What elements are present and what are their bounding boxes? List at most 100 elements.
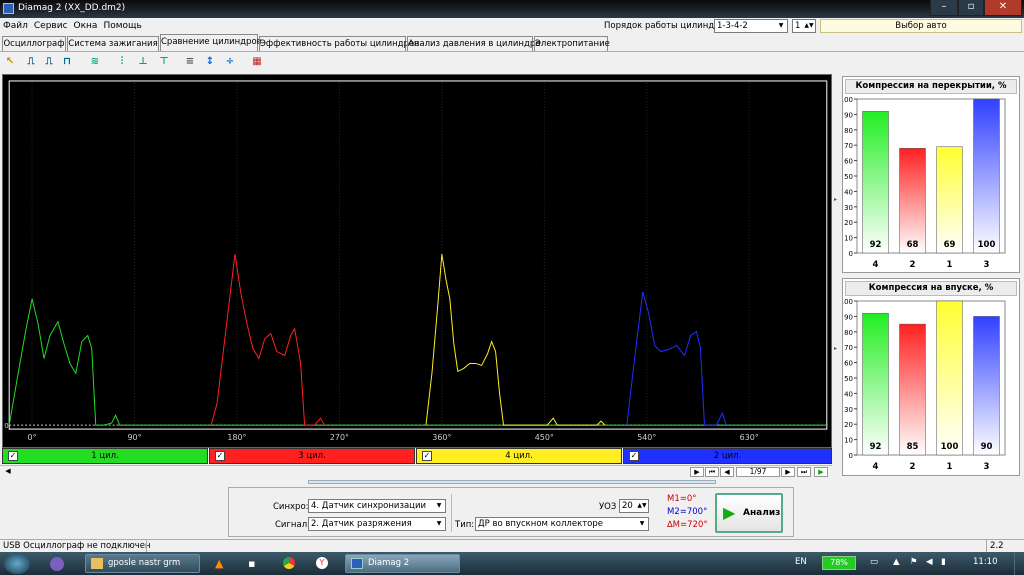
y-tick-label: 0 bbox=[849, 452, 853, 460]
checkbox-cyl-2[interactable]: ✓ bbox=[629, 451, 639, 461]
markers-icon[interactable]: ⫶ bbox=[115, 55, 129, 69]
menu-file[interactable]: Файл bbox=[0, 18, 31, 34]
y-tick-label: 10 bbox=[844, 437, 853, 445]
sync-label: Синхро: bbox=[273, 502, 309, 512]
maximize-button[interactable]: ▫ bbox=[958, 0, 984, 16]
intake-compression-chart: 0 10 20 30 40 50 60 70 80 90 100 92 4 85 2 100 1 90 3 bbox=[843, 298, 1006, 472]
play-icon[interactable]: ▶ bbox=[814, 467, 828, 477]
tab-ignition[interactable]: Система зажигания bbox=[67, 36, 159, 51]
scroll-left-icon[interactable]: ◀ bbox=[1, 467, 15, 477]
signal-select[interactable]: 2. Датчик разряжения ▼ bbox=[308, 517, 446, 531]
category-label: 4 bbox=[873, 260, 879, 270]
overlap-compression-panel: Компрессия на перекрытии, % 0 10 20 30 40 50 6… bbox=[842, 76, 1020, 273]
battery-indicator[interactable]: 78% bbox=[822, 556, 856, 570]
sync-select[interactable]: 4. Датчик синхронизации ▼ bbox=[308, 499, 446, 513]
y-tick-label: 90 bbox=[844, 111, 853, 119]
taskbar-item-diamag[interactable]: Diamag 2 bbox=[345, 554, 460, 573]
checkbox-cyl-4[interactable]: ✓ bbox=[422, 451, 432, 461]
y-tick-label: 50 bbox=[844, 173, 853, 181]
next-page-icon[interactable]: ▶ bbox=[781, 467, 795, 477]
channel-strip-cyl-1[interactable]: ✓ 1 цил. bbox=[2, 448, 208, 464]
start-button[interactable] bbox=[4, 553, 30, 574]
uoz-spinner[interactable]: 20 ▲▼ bbox=[619, 499, 649, 513]
cylinder-spin[interactable]: 1 ▲▼ bbox=[792, 19, 816, 33]
spin-arrows-icon: ▲▼ bbox=[637, 502, 647, 509]
cylinder-order-select[interactable]: 1-3-4-2 ▼ bbox=[714, 19, 788, 33]
collapse-right-icon[interactable]: ▸ bbox=[834, 196, 839, 204]
bar bbox=[862, 111, 889, 254]
y-tick-label: 60 bbox=[844, 360, 853, 368]
network-icon[interactable]: ▭ bbox=[870, 557, 878, 567]
trigger-alt-icon[interactable]: ⊤ bbox=[157, 55, 171, 69]
taskbar: gposle nastr grm ▲ ▪ Y Diamag 2 EN 78% ▭… bbox=[0, 552, 1024, 575]
y-tick-label: 80 bbox=[844, 127, 853, 135]
bar-value-label: 92 bbox=[870, 442, 882, 452]
toolbar: ↖ ⎍ ⎍ ⊓ ≋ ⫶ ⊥ ⊤ ≡ ↕ ÷ ▦ bbox=[0, 51, 1024, 71]
x-tick-label: 360° bbox=[432, 433, 451, 442]
cylinder-order-label: Порядок работы цилиндров bbox=[604, 21, 730, 31]
play-icon: ▶ bbox=[723, 503, 736, 522]
menu-service[interactable]: Сервис bbox=[31, 18, 71, 34]
horizontal-scrollbar[interactable]: ◀ ▶ ⏮ ◀ 1/97 ▶ ⏭ ▶ bbox=[0, 465, 832, 477]
y-tick-label: 100 bbox=[843, 298, 853, 306]
analyze-button[interactable]: ▶ Анализ bbox=[715, 493, 783, 533]
app-pin-icon[interactable] bbox=[50, 557, 64, 571]
pulse-split-icon[interactable]: ⊓ bbox=[60, 55, 74, 69]
flag-icon[interactable]: ⚑ bbox=[910, 557, 918, 567]
taskbar-item-folder[interactable]: gposle nastr grm bbox=[85, 554, 200, 573]
pulse-up-icon[interactable]: ⎍ bbox=[24, 55, 38, 69]
save-icon[interactable]: ▪ bbox=[248, 557, 255, 570]
trigger-icon[interactable]: ⊥ bbox=[136, 55, 150, 69]
language-indicator[interactable]: EN bbox=[795, 557, 807, 567]
checkbox-cyl-3[interactable]: ✓ bbox=[215, 451, 225, 461]
tab-cylinder-efficiency[interactable]: Эффективность работы цилиндров bbox=[259, 36, 419, 51]
pulse-down-icon[interactable]: ⎍ bbox=[42, 55, 56, 69]
channel-strip-cyl-4[interactable]: ✓ 4 цил. bbox=[416, 448, 622, 464]
first-page-icon[interactable]: ⏮ bbox=[705, 467, 719, 477]
menu-windows[interactable]: Окна bbox=[71, 18, 101, 34]
checkbox-cyl-1[interactable]: ✓ bbox=[8, 451, 18, 461]
vscale-icon[interactable]: ↕ bbox=[203, 55, 217, 69]
prev-page-icon[interactable]: ◀ bbox=[720, 467, 734, 477]
cursor-tool-icon[interactable]: ↖ bbox=[3, 55, 17, 69]
splitter-handle[interactable] bbox=[308, 480, 716, 484]
signal-filter-icon[interactable]: ≋ bbox=[88, 55, 102, 69]
channel-strip-cyl-3[interactable]: ✓ 3 цил. bbox=[209, 448, 415, 464]
last-page-icon[interactable]: ⏭ bbox=[797, 467, 811, 477]
tray-arrow-icon[interactable]: ▲ bbox=[893, 557, 900, 567]
y-tick-label: 20 bbox=[844, 219, 853, 227]
vlc-icon[interactable]: ▲ bbox=[215, 557, 223, 570]
show-desktop-button[interactable] bbox=[1014, 552, 1024, 575]
collapse-right-icon[interactable]: ▸ bbox=[834, 345, 839, 353]
category-label: 3 bbox=[984, 260, 990, 270]
signal-bars-icon[interactable]: ▮ bbox=[941, 557, 946, 567]
channel-strip-cyl-2[interactable]: ✓ 2 цил. bbox=[623, 448, 832, 464]
x-tick-label: 630° bbox=[740, 433, 759, 442]
type-select[interactable]: ДР во впускном коллекторе ▼ bbox=[475, 517, 649, 531]
close-button[interactable]: ✕ bbox=[984, 0, 1022, 16]
scroll-right-icon[interactable]: ▶ bbox=[690, 467, 704, 477]
minimize-button[interactable]: – bbox=[930, 0, 958, 16]
clock[interactable]: 11:10 bbox=[973, 557, 998, 567]
chrome-icon[interactable] bbox=[283, 557, 295, 569]
hlines-icon[interactable]: ≡ bbox=[183, 55, 197, 69]
bar bbox=[936, 300, 963, 456]
yandex-icon[interactable]: Y bbox=[316, 557, 328, 569]
oscilloscope-plot[interactable]: 0 0° 90° 180° 270° 360° 450° 540° 630° bbox=[2, 74, 832, 448]
x-tick-label: 90° bbox=[127, 433, 141, 442]
tab-cylinder-compare[interactable]: Сравнение цилиндров bbox=[160, 34, 262, 51]
y-tick-label: 70 bbox=[844, 344, 853, 352]
uoz-label: УОЗ bbox=[599, 502, 617, 512]
bar-value-label: 68 bbox=[907, 240, 919, 250]
volume-icon[interactable]: ◀ bbox=[926, 557, 933, 567]
vehicle-select-button[interactable]: Выбор авто bbox=[820, 19, 1022, 33]
tab-power-supply[interactable]: Электропитание bbox=[534, 36, 610, 51]
menu-help[interactable]: Помощь bbox=[100, 18, 144, 34]
bar-value-label: 85 bbox=[907, 442, 919, 452]
report-icon[interactable]: ▦ bbox=[250, 55, 264, 69]
overlap-compression-title: Компрессия на перекрытии, % bbox=[845, 79, 1017, 94]
marker-m1: M1=0° bbox=[667, 494, 697, 504]
tab-oscilloscope[interactable]: Осциллограф bbox=[2, 36, 66, 51]
hsplit-icon[interactable]: ÷ bbox=[223, 55, 237, 69]
tab-pressure-analysis[interactable]: Анализ давления в цилиндре bbox=[407, 36, 540, 51]
